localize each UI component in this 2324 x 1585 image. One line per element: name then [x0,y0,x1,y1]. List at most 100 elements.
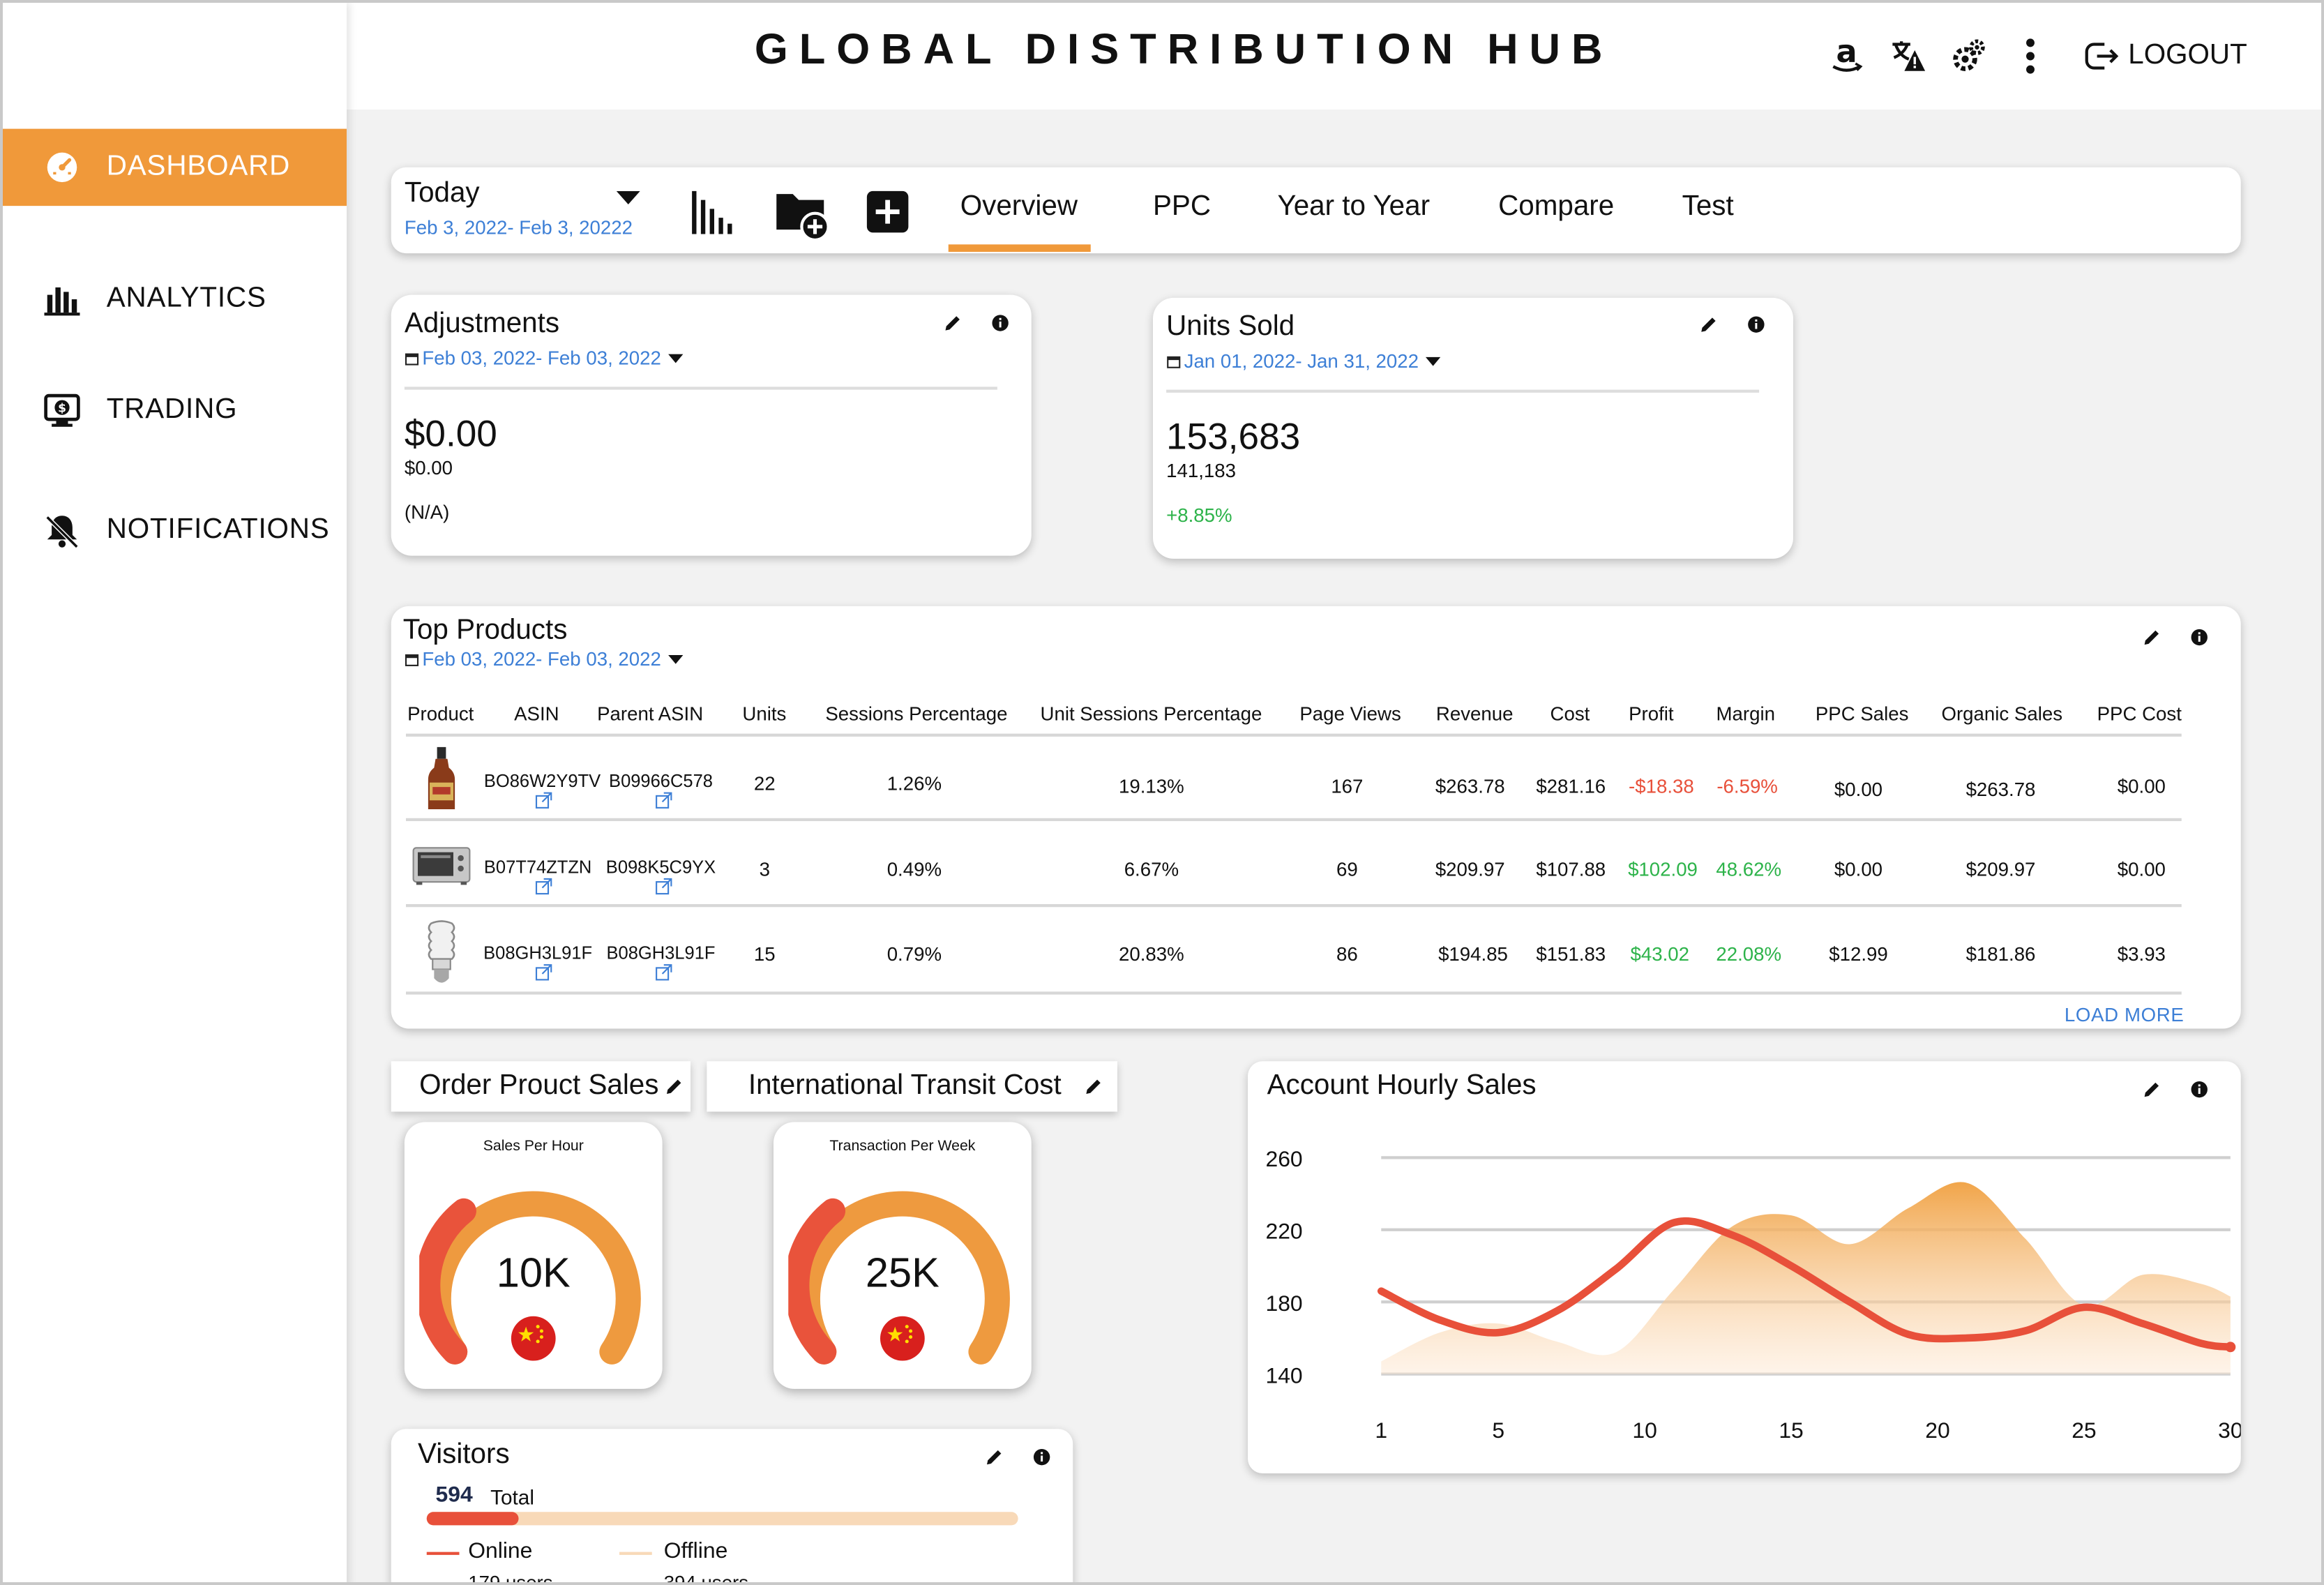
sidebar-item-notifications[interactable]: NOTIFICATIONS [3,492,347,569]
app-frame: DASHBOARD ANALYTICS $ TRADING NOTIFICATI… [0,0,2324,1585]
column-header[interactable]: Unit Sessions Percentage [1041,703,1262,725]
more-vert-icon[interactable] [2009,36,2051,77]
edit-icon[interactable] [2141,627,2162,648]
order-product-sales-title: Order Prouct Sales [419,1070,659,1102]
y-tick-label: 180 [1266,1291,1303,1316]
y-tick-label: 140 [1266,1362,1303,1388]
tab-ppc[interactable]: PPC [1153,191,1211,224]
tab-year-to-year[interactable]: Year to Year [1278,191,1431,224]
add-folder-icon[interactable] [775,188,831,249]
product-image-light-bulb[interactable] [422,919,460,994]
info-icon[interactable] [1032,1447,1052,1468]
column-header[interactable]: Profit [1629,703,1673,725]
external-link-icon[interactable] [655,792,673,810]
external-link-icon[interactable] [535,963,553,982]
column-header[interactable]: ASIN [514,703,559,725]
divider [406,991,2182,995]
translate-icon[interactable] [1888,36,1930,77]
edit-icon[interactable] [2141,1079,2162,1100]
external-link-icon[interactable] [535,878,553,896]
chevron-down-icon[interactable] [616,187,640,213]
column-header[interactable]: Parent ASIN [597,703,703,725]
product-image-bottle[interactable] [424,746,460,820]
external-link-icon[interactable] [655,878,673,896]
divider [406,733,2182,737]
china-flag-icon [880,1316,925,1361]
logout-button[interactable]: LOGOUT [2084,36,2247,77]
info-icon[interactable] [1746,314,1767,335]
edit-icon[interactable] [1698,314,1719,335]
table-cell-ppc-cost: $0.00 [2117,775,2166,797]
monitor-dollar-icon: $ [43,391,81,430]
offline-legend-label: Offline [663,1538,728,1564]
date-range-select[interactable]: Today [405,178,480,211]
tab-test[interactable]: Test [1682,191,1734,224]
visitors-progress-fill [426,1512,519,1526]
table-cell-organic-sales: $209.97 [1965,858,2036,880]
edit-icon[interactable] [984,1447,1005,1468]
divider [406,818,2182,821]
gauge-value: 10K [496,1249,571,1295]
column-header[interactable]: Revenue [1436,703,1514,725]
line-end-point [2225,1342,2236,1353]
table-cell-unit-sessions: 20.83% [1119,942,1184,966]
info-icon[interactable] [2189,1079,2210,1100]
calendar-icon [405,652,419,666]
histogram-icon[interactable] [691,188,735,243]
tab-overview[interactable]: Overview [960,191,1078,224]
external-link-icon[interactable] [535,792,553,810]
x-tick-label: 25 [2072,1418,2096,1443]
add-box-icon[interactable] [866,190,910,241]
visitors-total-value: 594 [435,1482,473,1508]
gears-icon[interactable] [1947,36,1989,77]
y-tick-label: 260 [1266,1146,1303,1171]
tab-compare[interactable]: Compare [1498,191,1614,224]
table-cell-revenue: $263.78 [1435,775,1505,797]
column-header[interactable]: PPC Sales [1816,703,1909,725]
bar-chart-icon [43,280,81,318]
gauge-label: Transaction Per Week [829,1138,976,1155]
sidebar-item-label: TRADING [106,394,238,426]
table-cell-organic-sales: $181.86 [1965,942,2036,966]
edit-icon[interactable] [1083,1076,1104,1097]
top-products-date-select[interactable]: Feb 03, 2022- Feb 03, 2022 [405,647,684,670]
info-icon[interactable] [990,313,1011,333]
sidebar-item-label: NOTIFICATIONS [106,514,330,546]
amazon-icon[interactable]: a [1826,36,1868,77]
info-icon[interactable] [2189,627,2210,648]
table-cell-units: 15 [753,942,776,966]
column-header[interactable]: PPC Cost [2097,703,2182,725]
edit-icon[interactable] [664,1076,685,1097]
x-tick-label: 10 [1632,1418,1657,1443]
column-header[interactable]: Cost [1550,703,1590,725]
column-header[interactable]: Sessions Percentage [825,703,1007,725]
external-link-icon[interactable] [655,963,673,982]
international-transit-title: International Transit Cost [748,1070,1062,1102]
column-header[interactable]: Units [742,703,786,725]
x-tick-label: 30 [2218,1418,2241,1443]
adjustments-date-select[interactable]: Feb 03, 2022- Feb 03, 2022 [405,347,684,369]
units-sold-date-select[interactable]: Jan 01, 2022- Jan 31, 2022 [1166,350,1441,372]
sidebar-item-dashboard[interactable]: DASHBOARD [3,128,347,206]
adjustments-title: Adjustments [404,308,560,340]
column-header[interactable]: Page Views [1299,703,1401,725]
adjustments-date: Feb 03, 2022- Feb 03, 2022 [422,347,661,369]
sidebar-item-analytics[interactable]: ANALYTICS [3,261,347,338]
active-tab-indicator [948,244,1091,252]
column-header[interactable]: Product [407,703,474,725]
load-more-link[interactable]: LOAD MORE [2065,1003,2185,1026]
table-cell-cost: $107.88 [1536,858,1606,880]
table-cell-profit: -$18.38 [1629,775,1694,797]
column-header[interactable]: Organic Sales [1942,703,2063,725]
online-legend-label: Online [468,1538,533,1564]
adjustments-value: $0.00 [404,413,497,456]
visitors-progress-track [426,1512,1018,1526]
product-image-toaster-oven[interactable] [412,845,471,894]
x-tick-label: 20 [1925,1418,1949,1443]
top-header: GLOBAL DISTRIBUTION HUB a LOGOUT [347,3,2321,110]
sidebar-item-trading[interactable]: $ TRADING [3,372,347,449]
column-header[interactable]: Margin [1716,703,1775,725]
edit-icon[interactable] [942,313,963,333]
logout-icon [2084,38,2120,74]
table-cell-margin: -6.59% [1716,775,1778,797]
